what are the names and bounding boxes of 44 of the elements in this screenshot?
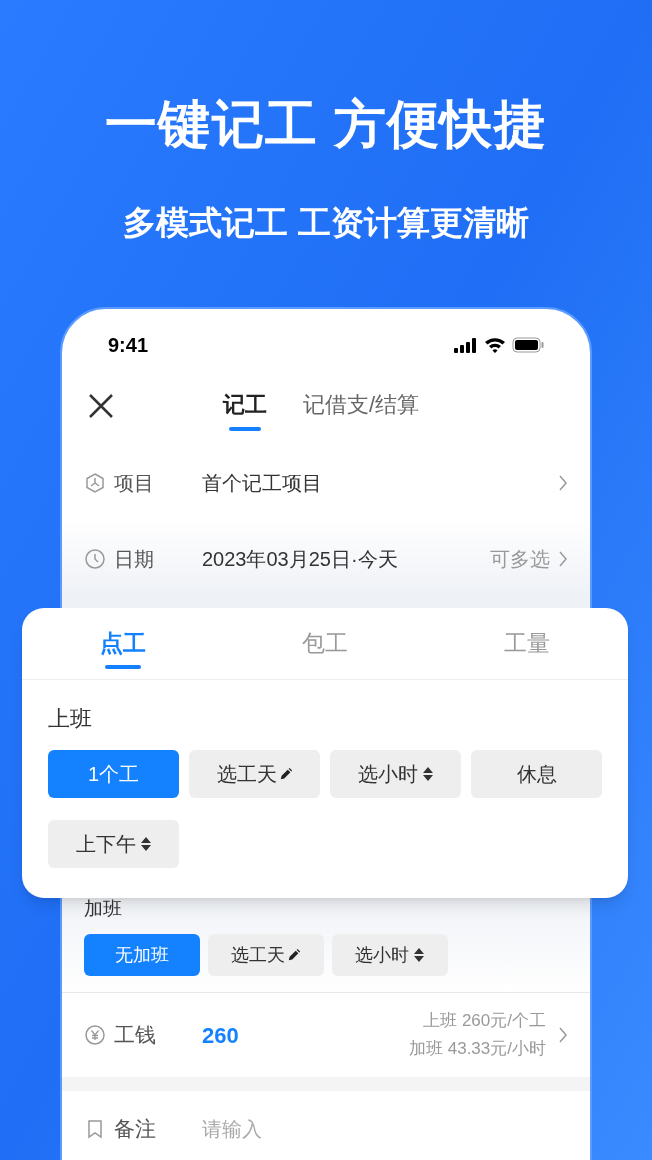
- field-label: 工钱: [114, 1022, 157, 1049]
- pencil-icon: [287, 948, 301, 962]
- chevron-right-icon: [558, 474, 568, 492]
- wage-rate: 上班 260元/个工: [423, 1010, 546, 1032]
- headline: 一键记工 方便快捷: [104, 98, 548, 150]
- field-value[interactable]: 首个记工项目: [202, 468, 558, 498]
- hexagon-icon: [84, 472, 106, 494]
- field-hint: 可多选: [490, 547, 550, 572]
- yen-icon: [84, 1024, 106, 1046]
- option-chip[interactable]: 选工天: [189, 750, 320, 798]
- status-time: 9:41: [108, 333, 149, 358]
- option-chip[interactable]: 休息: [471, 750, 602, 798]
- pencil-icon: [278, 767, 293, 781]
- signal-icon: [454, 337, 478, 353]
- option-chip[interactable]: 选工天: [208, 934, 324, 976]
- sort-icon: [421, 766, 434, 782]
- option-chip[interactable]: 无加班: [84, 934, 200, 976]
- wage-amount: 260: [202, 1021, 240, 1050]
- nav-tab[interactable]: 记借支/结算: [302, 387, 420, 427]
- field-label: 项目: [114, 471, 155, 496]
- sort-icon: [413, 947, 425, 963]
- clock-icon: [84, 548, 106, 570]
- section-label: 加班: [84, 899, 123, 918]
- field-label: 日期: [114, 547, 155, 572]
- tab-indicator: [105, 665, 141, 669]
- sort-icon: [139, 836, 152, 852]
- wifi-icon: [484, 337, 506, 353]
- chevron-right-icon: [558, 550, 568, 568]
- subheadline: 多模式记工 工资计算更清晰: [123, 206, 529, 239]
- close-icon[interactable]: [88, 393, 114, 419]
- mode-tab[interactable]: 点工: [22, 608, 224, 679]
- section-label: 上班: [48, 708, 93, 730]
- field-value[interactable]: 2023年03月25日·今天: [202, 544, 490, 574]
- chevron-right-icon: [558, 1026, 568, 1044]
- note-field[interactable]: 请输入: [202, 1114, 568, 1144]
- nav-tab[interactable]: 记工: [222, 387, 267, 427]
- option-chip[interactable]: 选小时: [332, 934, 448, 976]
- option-chip[interactable]: 上下午: [48, 820, 179, 868]
- option-chip[interactable]: 选小时: [330, 750, 461, 798]
- wage-rate: 加班 43.33元/小时: [409, 1038, 546, 1060]
- field-label: 备注: [114, 1116, 157, 1143]
- battery-icon: [512, 337, 544, 353]
- option-chip[interactable]: 1个工: [48, 750, 179, 798]
- tab-indicator: [228, 426, 261, 431]
